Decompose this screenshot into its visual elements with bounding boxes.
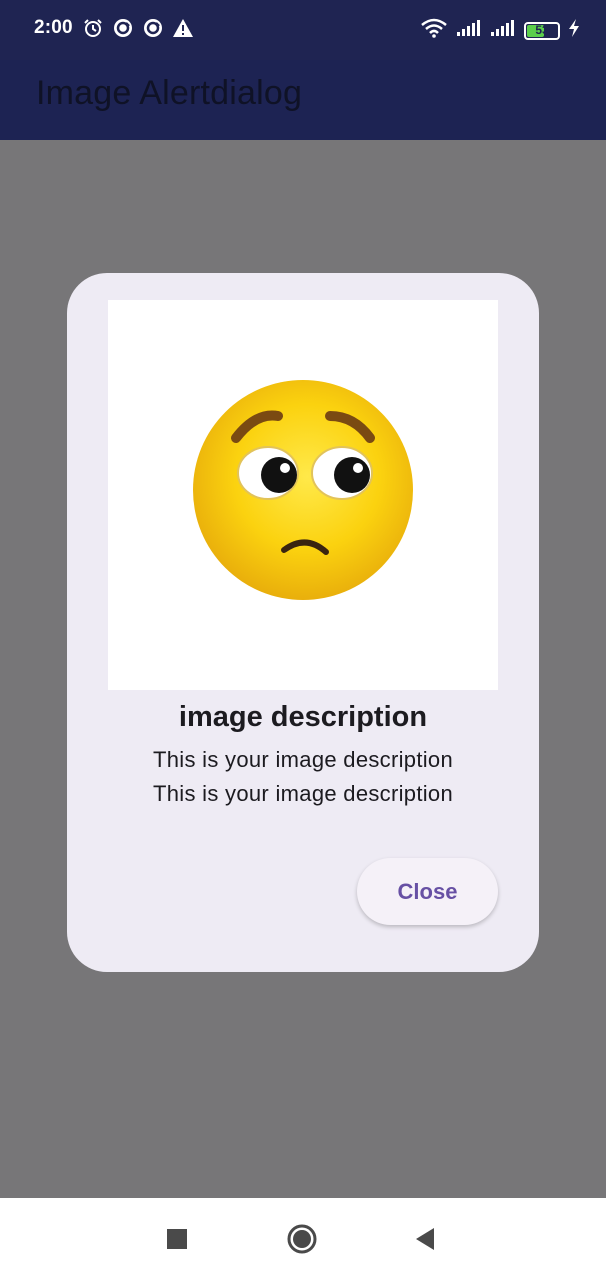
wifi-icon <box>420 18 448 43</box>
back-triangle-icon[interactable] <box>408 1222 442 1256</box>
app-bar: Image Alertdialog <box>0 60 606 140</box>
close-button[interactable]: Close <box>357 858 498 925</box>
signal-icon <box>490 19 516 42</box>
signal-icon <box>456 19 482 42</box>
system-nav-bar <box>0 1198 606 1280</box>
dialog-description-line: This is your image description <box>152 747 453 772</box>
battery-icon: 53 <box>524 21 560 40</box>
charging-icon <box>568 19 580 42</box>
alarm-icon <box>82 17 104 39</box>
battery-level: 53 <box>535 22 549 37</box>
alert-dialog: image description This is your image des… <box>67 273 539 972</box>
dialog-image-worried-emoji <box>108 300 498 690</box>
status-time: 2:00 <box>34 17 73 38</box>
status-bar: 2:00 53 <box>0 0 606 60</box>
dialog-title: image description <box>178 701 428 733</box>
dialog-description-line: This is your image description <box>152 781 453 806</box>
app-bar-title: Image Alertdialog <box>36 74 303 112</box>
recents-square-icon[interactable] <box>160 1222 194 1256</box>
sync-icon <box>142 17 164 39</box>
warning-icon <box>172 17 194 39</box>
home-circle-icon[interactable] <box>285 1222 319 1256</box>
sync-icon <box>112 17 134 39</box>
